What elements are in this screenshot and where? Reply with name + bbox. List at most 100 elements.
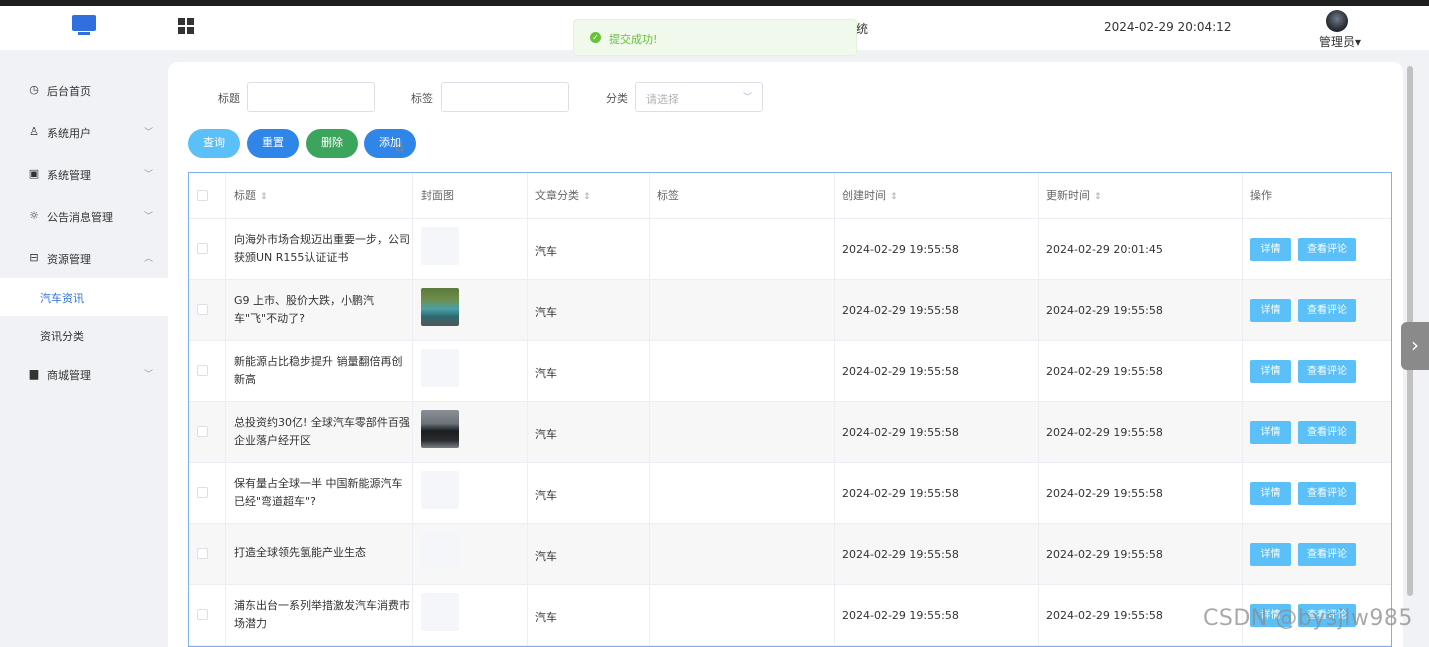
row-category: 汽车 (535, 306, 557, 319)
header-title-label: 标题 (234, 189, 256, 202)
row-category: 汽车 (535, 550, 557, 563)
header-tags: 标签 (657, 189, 679, 202)
news-table: 标题 ⇕ 封面图 文章分类 ⇕ 标签 创建时间 ⇕ 更新时间 ⇕ 操作 向海外市场合规迈… (188, 172, 1392, 647)
add-button[interactable]: 添加 (364, 129, 416, 158)
row-created: 2024-02-29 19:55:58 (842, 365, 959, 378)
row-checkbox[interactable] (197, 548, 208, 559)
row-updated: 2024-02-29 19:55:58 (1046, 426, 1163, 439)
sort-icon: ⇕ (583, 192, 591, 202)
detail-button[interactable]: 详情 (1250, 421, 1291, 444)
sidebar-subitem-label: 资讯分类 (40, 330, 84, 343)
chevron-down-icon: ﹀ (144, 128, 154, 138)
watermark: CSDN @bysjlw985 (1203, 606, 1413, 631)
category-select[interactable]: 请选择 ﹀ (635, 82, 763, 112)
row-title: 浦东出台一系列举措激发汽车消费市场潜力 (234, 599, 410, 630)
sidebar-subitem-news-category[interactable]: 资讯分类 (0, 316, 168, 354)
row-checkbox[interactable] (197, 426, 208, 437)
chevron-up-icon: ︿ (144, 254, 154, 264)
header-title[interactable]: 标题 ⇕ (234, 173, 268, 218)
title-filter-input[interactable] (247, 82, 375, 112)
view-comments-button[interactable]: 查看评论 (1298, 360, 1356, 383)
success-toast: ✓ 提交成功! (573, 19, 857, 56)
row-created: 2024-02-29 19:55:58 (842, 304, 959, 317)
folder-icon: ▣ (28, 167, 40, 180)
header-created[interactable]: 创建时间 ⇕ (842, 173, 898, 218)
sidebar-item-resources[interactable]: ⊟ 资源管理 ︿ (0, 239, 168, 277)
row-category: 汽车 (535, 245, 557, 258)
detail-button[interactable]: 详情 (1250, 543, 1291, 566)
view-comments-button[interactable]: 查看评论 (1298, 482, 1356, 505)
cover-image (421, 532, 459, 570)
cover-image (421, 471, 459, 509)
row-category: 汽车 (535, 489, 557, 502)
sidebar-item-system-users[interactable]: ♙ 系统用户 ﹀ (0, 113, 168, 151)
cover-image (421, 410, 459, 448)
cover-image (421, 349, 459, 387)
row-checkbox[interactable] (197, 304, 208, 315)
row-title: 新能源占比稳步提升 销量翻倍再创新高 (234, 355, 403, 386)
view-comments-button[interactable]: 查看评论 (1298, 421, 1356, 444)
chevron-down-icon: ﹀ (144, 370, 154, 380)
row-checkbox[interactable] (197, 365, 208, 376)
user-icon: ♙ (29, 125, 39, 138)
view-comments-button[interactable]: 查看评论 (1298, 238, 1356, 261)
system-title: 统 (856, 22, 869, 36)
select-all-checkbox[interactable] (197, 190, 208, 201)
sidebar-item-label: 资源管理 (47, 253, 91, 266)
sidebar-item-label: 公告消息管理 (47, 211, 113, 224)
row-created: 2024-02-29 19:55:58 (842, 548, 959, 561)
query-button[interactable]: 查询 (188, 129, 240, 158)
user-menu[interactable]: 管理员▾ (1319, 33, 1361, 50)
sidebar-item-dashboard[interactable]: ◷ 后台首页 (0, 71, 168, 109)
check-circle-icon: ✓ (590, 32, 601, 43)
detail-button[interactable]: 详情 (1250, 238, 1291, 261)
row-checkbox[interactable] (197, 487, 208, 498)
header-cover: 封面图 (421, 189, 454, 202)
resource-icon: ⊟ (29, 251, 39, 264)
header-category[interactable]: 文章分类 ⇕ (535, 173, 591, 218)
row-checkbox[interactable] (197, 243, 208, 254)
expand-arrow-button[interactable]: › (1401, 322, 1429, 370)
sidebar-item-label: 商城管理 (47, 369, 91, 382)
caret-down-icon: ▾ (1355, 35, 1362, 49)
row-checkbox[interactable] (197, 609, 208, 620)
sidebar-item-announcements[interactable]: ☼ 公告消息管理 ﹀ (0, 197, 168, 235)
app-grid-icon[interactable] (178, 18, 194, 34)
reset-button[interactable]: 重置 (247, 129, 299, 158)
clock-icon: ◷ (29, 83, 39, 96)
row-created: 2024-02-29 19:55:58 (842, 609, 959, 622)
tag-filter-label: 标签 (411, 92, 433, 105)
row-category: 汽车 (535, 611, 557, 624)
avatar[interactable] (1326, 10, 1348, 32)
sidebar-item-label: 系统用户 (47, 127, 91, 140)
cover-image (421, 288, 459, 326)
sidebar-item-system-management[interactable]: ▣ 系统管理 ﹀ (0, 155, 168, 193)
title-filter-label: 标题 (218, 92, 240, 105)
row-category: 汽车 (535, 367, 557, 380)
chevron-down-icon: ﹀ (144, 212, 154, 222)
monitor-logo-icon[interactable] (72, 15, 96, 35)
cover-image (421, 593, 459, 631)
view-comments-button[interactable]: 查看评论 (1298, 543, 1356, 566)
delete-button[interactable]: 删除 (306, 129, 358, 158)
sidebar: ◷ 后台首页 ♙ 系统用户 ﹀ ▣ 系统管理 ﹀ ☼ 公告消息管理 ﹀ ⊟ 资源… (0, 50, 168, 647)
hand-cursor-icon: ☝ (395, 139, 404, 155)
row-updated: 2024-02-29 19:55:58 (1046, 609, 1163, 622)
row-updated: 2024-02-29 19:55:58 (1046, 365, 1163, 378)
tag-filter-input[interactable] (441, 82, 569, 112)
chevron-down-icon: ﹀ (742, 93, 752, 103)
category-filter-label: 分类 (606, 92, 628, 105)
view-comments-button[interactable]: 查看评论 (1298, 299, 1356, 322)
detail-button[interactable]: 详情 (1250, 299, 1291, 322)
sidebar-item-shop[interactable]: ▆ 商城管理 ﹀ (0, 355, 168, 393)
header-updated[interactable]: 更新时间 ⇕ (1046, 173, 1102, 218)
detail-button[interactable]: 详情 (1250, 360, 1291, 383)
row-category: 汽车 (535, 428, 557, 441)
row-updated: 2024-02-29 19:55:58 (1046, 304, 1163, 317)
header-datetime: 2024-02-29 20:04:12 (1104, 20, 1232, 34)
row-updated: 2024-02-29 19:55:58 (1046, 548, 1163, 561)
row-updated: 2024-02-29 20:01:45 (1046, 243, 1163, 256)
row-created: 2024-02-29 19:55:58 (842, 426, 959, 439)
sidebar-subitem-car-news[interactable]: 汽车资讯 (0, 278, 168, 316)
detail-button[interactable]: 详情 (1250, 482, 1291, 505)
